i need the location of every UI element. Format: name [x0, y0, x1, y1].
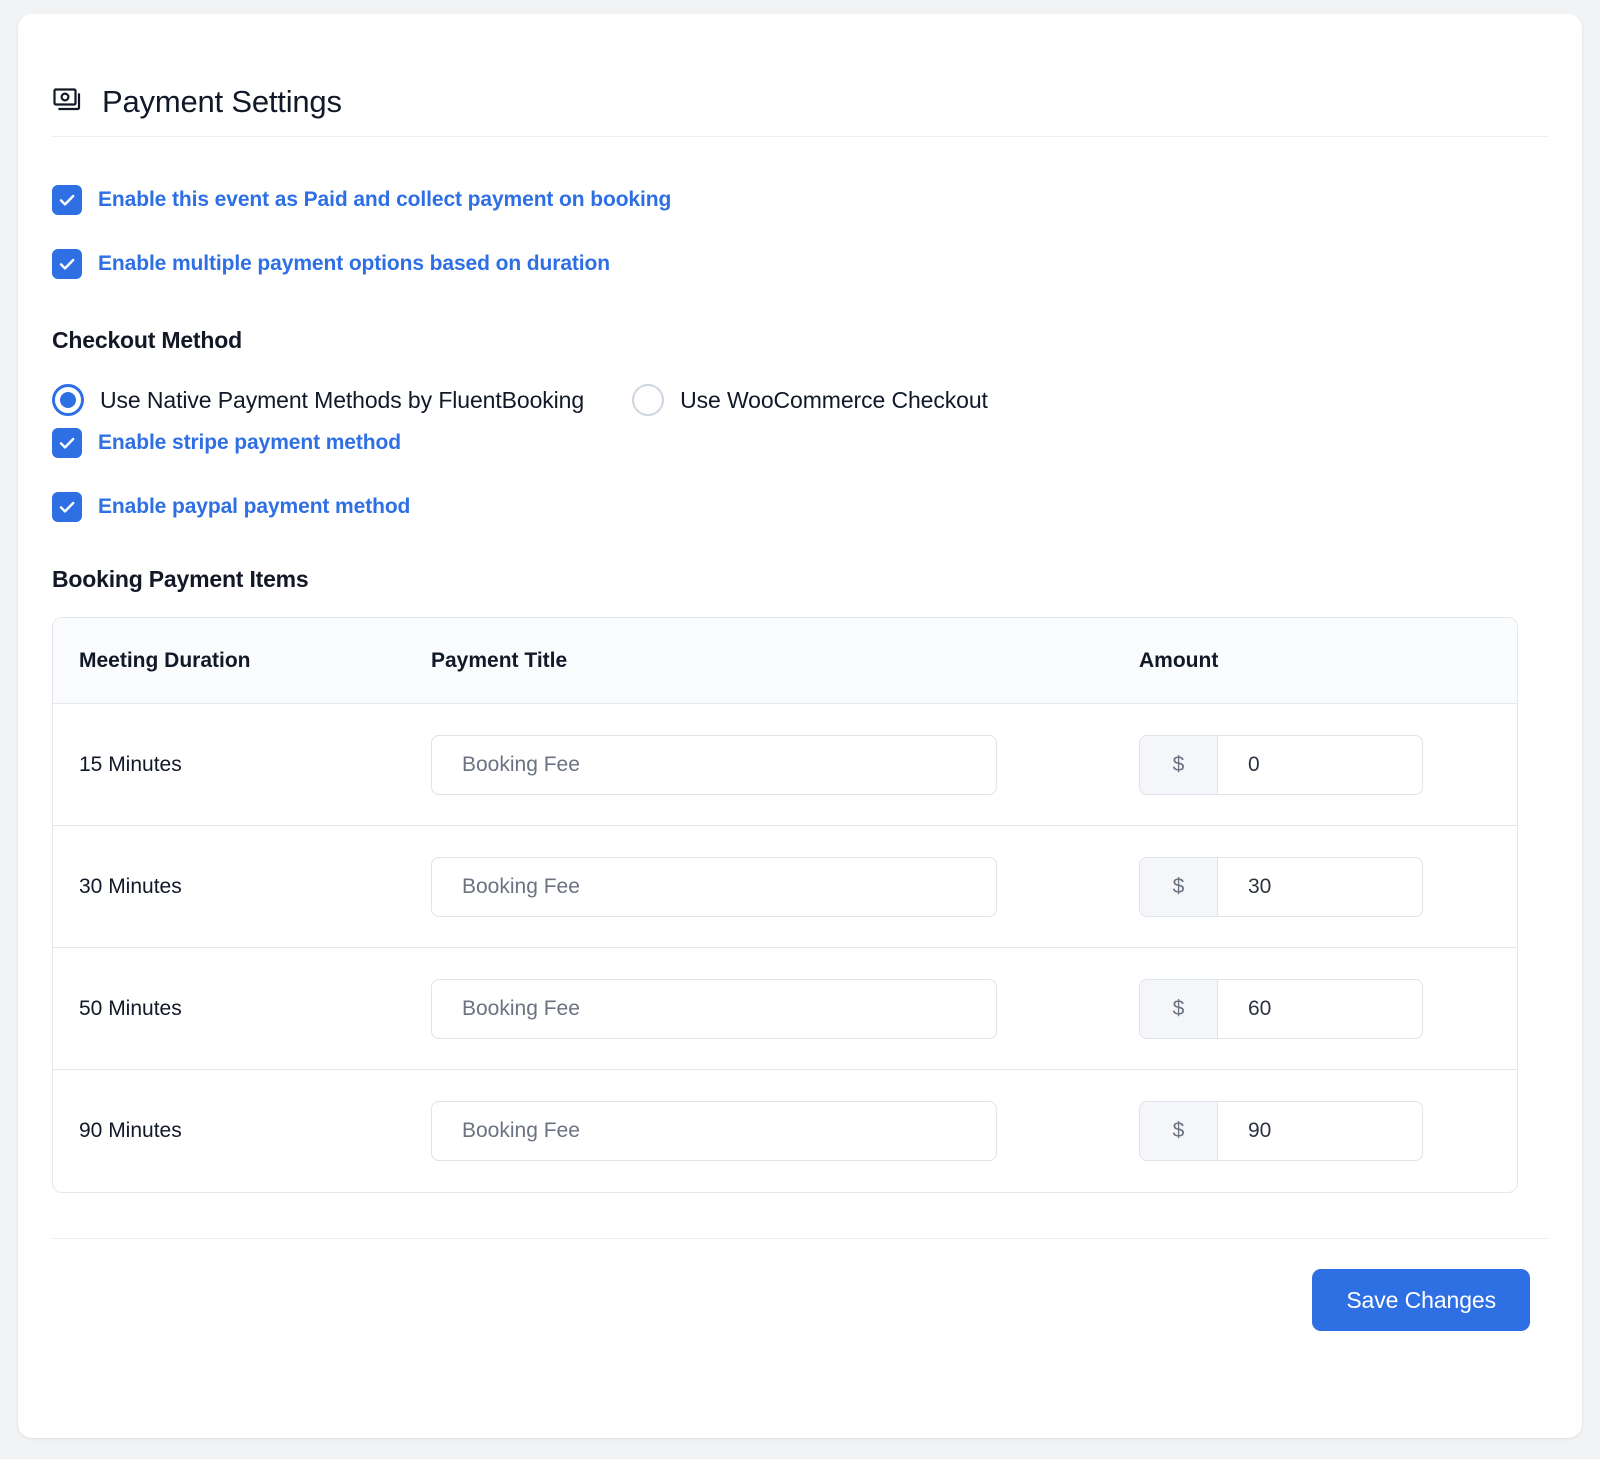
checkbox-label-enable-paid-event[interactable]: Enable this event as Paid and collect pa…: [98, 188, 671, 212]
header-divider: [52, 136, 1548, 137]
payment-title-input[interactable]: [431, 978, 997, 1039]
amount-input[interactable]: [1218, 979, 1422, 1038]
duration-value: 30 Minutes: [79, 874, 182, 898]
payment-title-input[interactable]: [431, 856, 997, 917]
duration-value: 15 Minutes: [79, 752, 182, 776]
table-row: 90 Minutes $: [53, 1070, 1517, 1192]
page-title: Payment Settings: [102, 83, 342, 119]
column-header-amount: Amount: [1139, 648, 1219, 672]
table-row: 50 Minutes $: [53, 948, 1517, 1070]
amount-field-group: $: [1139, 856, 1423, 917]
checkbox-enable-paid-event[interactable]: [52, 185, 82, 215]
card-footer: Save Changes: [52, 1239, 1548, 1331]
radio-label-woocommerce-checkout[interactable]: Use WooCommerce Checkout: [680, 387, 988, 414]
card-header: Payment Settings: [52, 14, 1548, 136]
radio-native-payment[interactable]: [52, 384, 84, 416]
page-background: Payment Settings Enable this event as Pa…: [0, 0, 1600, 1459]
table-header-row: Meeting Duration Payment Title Amount: [53, 618, 1517, 704]
payment-title-input[interactable]: [431, 1101, 997, 1161]
radio-option-native-payment[interactable]: Use Native Payment Methods by FluentBook…: [52, 384, 584, 416]
save-changes-button[interactable]: Save Changes: [1312, 1269, 1530, 1331]
duration-value: 50 Minutes: [79, 996, 182, 1020]
duration-value: 90 Minutes: [79, 1119, 182, 1142]
checkbox-label-enable-stripe[interactable]: Enable stripe payment method: [98, 431, 401, 455]
booking-payment-items-heading: Booking Payment Items: [52, 566, 309, 592]
radio-option-woocommerce-checkout[interactable]: Use WooCommerce Checkout: [632, 384, 988, 416]
amount-input[interactable]: [1218, 857, 1422, 916]
payment-title-input[interactable]: [431, 734, 997, 795]
table-row: 15 Minutes $: [53, 704, 1517, 826]
checkbox-row-enable-stripe[interactable]: Enable stripe payment method: [52, 428, 1548, 458]
currency-symbol: $: [1140, 1102, 1218, 1160]
radio-label-native-payment[interactable]: Use Native Payment Methods by FluentBook…: [100, 387, 584, 414]
amount-input[interactable]: [1218, 1102, 1422, 1160]
currency-symbol: $: [1140, 857, 1218, 916]
checkbox-label-enable-multiple-payment-options[interactable]: Enable multiple payment options based on…: [98, 252, 610, 276]
checkbox-enable-stripe[interactable]: [52, 428, 82, 458]
checkout-method-radio-group: Use Native Payment Methods by FluentBook…: [52, 384, 1548, 416]
payment-cards-icon: [52, 85, 84, 117]
checkbox-row-enable-multiple-payment-options[interactable]: Enable multiple payment options based on…: [52, 249, 1548, 279]
amount-input[interactable]: [1218, 735, 1422, 794]
booking-payment-items-table: Meeting Duration Payment Title Amount 15…: [52, 617, 1518, 1193]
table-row: 30 Minutes $: [53, 826, 1517, 948]
checkout-method-heading: Checkout Method: [52, 327, 242, 353]
currency-symbol: $: [1140, 735, 1218, 794]
checkbox-row-enable-paid-event[interactable]: Enable this event as Paid and collect pa…: [52, 185, 1548, 215]
amount-field-group: $: [1139, 734, 1423, 795]
column-header-meeting-duration: Meeting Duration: [79, 648, 251, 672]
checkbox-enable-multiple-payment-options[interactable]: [52, 249, 82, 279]
column-header-payment-title: Payment Title: [431, 648, 568, 672]
radio-woocommerce-checkout[interactable]: [632, 384, 665, 416]
currency-symbol: $: [1140, 979, 1218, 1038]
amount-field-group: $: [1139, 1101, 1423, 1161]
payment-settings-card: Payment Settings Enable this event as Pa…: [18, 14, 1582, 1438]
checkbox-label-enable-paypal[interactable]: Enable paypal payment method: [98, 495, 410, 519]
checkbox-enable-paypal[interactable]: [52, 492, 82, 522]
amount-field-group: $: [1139, 978, 1423, 1039]
checkbox-row-enable-paypal[interactable]: Enable paypal payment method: [52, 492, 1548, 522]
